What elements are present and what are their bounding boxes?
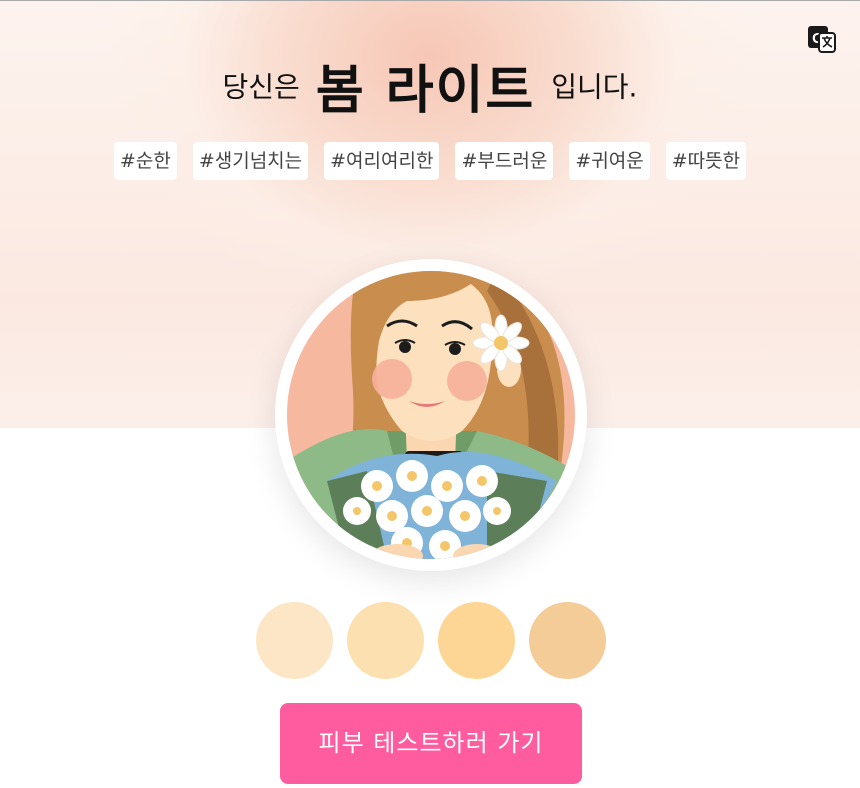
tag-item: #여리여리한 — [324, 142, 440, 180]
skin-test-button[interactable]: 피부 테스트하러 가기 — [280, 703, 582, 784]
tag-item: #생기넘치는 — [192, 142, 309, 180]
avatar — [275, 259, 587, 571]
color-swatch-list — [256, 602, 616, 680]
result-prefix: 당신은 — [222, 70, 300, 104]
tag-item: #순한 — [113, 142, 177, 180]
result-suffix: 입니다. — [551, 70, 638, 104]
tag-item: #따뜻한 — [665, 142, 747, 180]
color-swatch[interactable] — [438, 602, 515, 679]
tag-item: #부드러운 — [455, 142, 554, 180]
color-swatch[interactable] — [347, 602, 424, 679]
girl-with-daisies-illustration — [287, 271, 575, 559]
result-type-name: 봄 라이트 — [315, 61, 536, 121]
color-swatch[interactable] — [529, 602, 606, 679]
tag-item: #귀여운 — [569, 142, 650, 180]
result-title: 당신은 봄 라이트 입니다. — [0, 48, 860, 123]
color-swatch[interactable] — [256, 602, 333, 679]
tag-list: #순한 #생기넘치는 #여리여리한 #부드러운 #귀여운 #따뜻한 — [0, 142, 860, 180]
